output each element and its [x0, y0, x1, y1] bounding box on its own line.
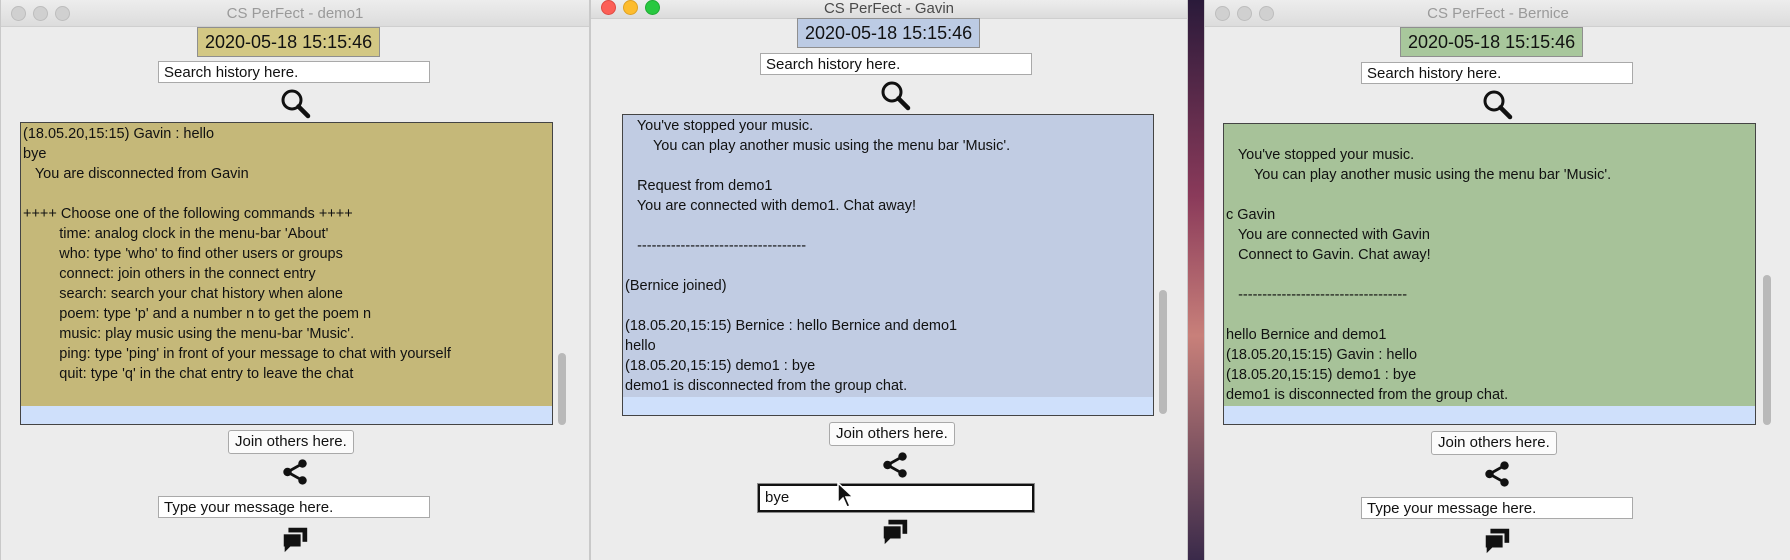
- selected-line-highlight: [623, 397, 1153, 415]
- join-others-button[interactable]: Join others here.: [829, 422, 955, 446]
- chat-bubbles-icon: [1483, 528, 1510, 554]
- chat-line: You are connected with Gavin: [1226, 227, 1430, 243]
- chat-scrollbar[interactable]: [1763, 275, 1771, 425]
- message-input[interactable]: Type your message here.: [1361, 497, 1633, 519]
- chat-line: [623, 216, 1153, 236]
- chat-line: (Bernice joined): [625, 278, 727, 294]
- title-bar[interactable]: CS PerFect - demo1: [1, 0, 589, 27]
- chat-line: (18.05.20,15:15) demo1 : bye: [625, 358, 816, 374]
- join-others-button[interactable]: Join others here.: [228, 430, 354, 454]
- datetime-display: 2020-05-18 15:15:46: [1400, 27, 1584, 57]
- selected-line-highlight: [21, 406, 552, 424]
- chat-scrollbar[interactable]: [558, 353, 566, 425]
- chat-line: poem: type 'p' and a number n to get the…: [23, 306, 372, 322]
- search-button[interactable]: [879, 80, 911, 112]
- window-title: CS PerFect - Gavin: [823, 0, 955, 17]
- chat-history-lines: You've stopped your music. You can play …: [623, 115, 1153, 396]
- chat-line: ++++ Choose one of the following command…: [23, 206, 353, 222]
- chat-line: [1224, 125, 1755, 145]
- search-input[interactable]: Search history here.: [1361, 62, 1633, 84]
- title-bar[interactable]: CS PerFect - Gavin: [591, 0, 1187, 19]
- chat-line: (18.05.20,15:15) Gavin : hello: [1226, 347, 1418, 363]
- send-button[interactable]: [880, 516, 910, 546]
- chat-line: [21, 184, 552, 204]
- chat-line: -----------------------------------: [1226, 287, 1408, 303]
- chat-line: time: analog clock in the menu-bar 'Abou…: [23, 226, 329, 242]
- chat-line: Connect to Gavin. Chat away!: [1226, 247, 1431, 263]
- chat-line: (18.05.20,15:15) Bernice : hello Bernice…: [625, 318, 958, 334]
- chat-line: connect: join others in the connect entr…: [23, 266, 316, 282]
- selected-line-highlight: [1224, 406, 1755, 424]
- title-bar[interactable]: CS PerFect - Bernice: [1205, 0, 1790, 27]
- search-input[interactable]: Search history here.: [158, 61, 430, 83]
- desktop-background: [1186, 0, 1204, 560]
- share-icon: [283, 459, 307, 485]
- chat-window-demo1: CS PerFect - demo1 2020-05-18 15:15:46 S…: [0, 0, 590, 560]
- mouse-pointer-icon: [836, 481, 858, 508]
- search-button[interactable]: [279, 88, 311, 120]
- message-input[interactable]: bye: [757, 483, 1035, 513]
- chat-window-bernice: CS PerFect - Bernice 2020-05-18 15:15:46…: [1204, 0, 1790, 560]
- chat-line: -----------------------------------: [625, 238, 807, 254]
- chat-line: quit: type 'q' in the chat entry to leav…: [23, 366, 354, 382]
- message-input[interactable]: Type your message here.: [158, 496, 430, 518]
- chat-line: (18.05.20,15:15) demo1 : bye: [1226, 367, 1417, 383]
- chat-line: hello Bernice and demo1: [1226, 327, 1387, 343]
- chat-line: You are connected with demo1. Chat away!: [625, 198, 916, 214]
- chat-window-gavin: CS PerFect - Gavin 2020-05-18 15:15:46 S…: [590, 0, 1188, 560]
- chat-line: [1224, 265, 1755, 285]
- chat-line: You are disconnected from Gavin: [23, 166, 249, 182]
- datetime-display: 2020-05-18 15:15:46: [197, 27, 381, 57]
- chat-line: c Gavin: [1226, 207, 1276, 223]
- chat-line: [623, 156, 1153, 176]
- chat-line: ping: type 'ping' in front of your messa…: [23, 346, 451, 362]
- chat-line: [1224, 305, 1755, 325]
- chat-history[interactable]: (18.05.20,15:15) Gavin : hello bye You a…: [20, 122, 553, 425]
- chat-history-lines: (18.05.20,15:15) Gavin : hello bye You a…: [21, 123, 552, 384]
- send-button[interactable]: [1482, 525, 1512, 555]
- chat-line: music: play music using the menu-bar 'Mu…: [23, 326, 355, 342]
- chat-line: Request from demo1: [625, 178, 773, 194]
- magnifier-icon: [281, 89, 311, 119]
- chat-line: You've stopped your music.: [1226, 147, 1415, 163]
- chat-history[interactable]: You've stopped your music. You can play …: [622, 114, 1154, 416]
- chat-bubbles-icon: [281, 527, 308, 553]
- chat-line: who: type 'who' to find other users or g…: [23, 246, 343, 262]
- send-button[interactable]: [280, 524, 310, 554]
- connect-button[interactable]: [1482, 459, 1512, 489]
- chat-line: [623, 296, 1153, 316]
- magnifier-icon: [1483, 90, 1513, 120]
- search-button[interactable]: [1481, 89, 1513, 121]
- chat-line: [1224, 185, 1755, 205]
- chat-line: You've stopped your music.: [625, 118, 814, 134]
- share-icon: [883, 452, 907, 478]
- chat-line: You can play another music using the men…: [625, 138, 1011, 154]
- join-others-button[interactable]: Join others here.: [1431, 431, 1557, 455]
- connect-button[interactable]: [880, 450, 910, 480]
- chat-line: search: search your chat history when al…: [23, 286, 343, 302]
- window-title: CS PerFect - demo1: [226, 5, 364, 22]
- chat-line: You can play another music using the men…: [1226, 167, 1612, 183]
- chat-line: demo1 is disconnected from the group cha…: [625, 378, 908, 394]
- chat-bubbles-icon: [881, 519, 908, 545]
- search-input[interactable]: Search history here.: [760, 53, 1032, 75]
- chat-history-lines: You've stopped your music. You can play …: [1224, 124, 1755, 405]
- chat-history[interactable]: You've stopped your music. You can play …: [1223, 123, 1756, 425]
- chat-line: bye: [23, 146, 47, 162]
- chat-line: (18.05.20,15:15) Gavin : hello: [23, 126, 215, 142]
- chat-line: demo1 is disconnected from the group cha…: [1226, 387, 1509, 403]
- connect-button[interactable]: [280, 457, 310, 487]
- chat-line: [623, 256, 1153, 276]
- datetime-display: 2020-05-18 15:15:46: [797, 18, 981, 48]
- chat-line: hello: [625, 338, 656, 354]
- magnifier-icon: [881, 81, 911, 111]
- window-title: CS PerFect - Bernice: [1427, 5, 1569, 22]
- chat-scrollbar[interactable]: [1159, 290, 1167, 414]
- share-icon: [1485, 461, 1509, 487]
